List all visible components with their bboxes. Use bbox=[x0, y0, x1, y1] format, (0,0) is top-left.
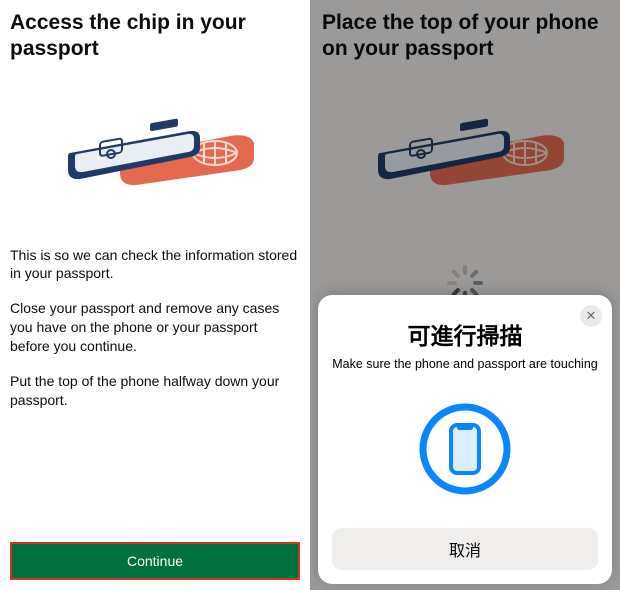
instruction-paragraph: Put the top of the phone halfway down yo… bbox=[10, 372, 300, 410]
continue-button[interactable]: Continue bbox=[10, 542, 300, 580]
close-icon: ✕ bbox=[586, 308, 597, 324]
continue-button-label: Continue bbox=[127, 553, 183, 569]
nfc-phone-icon bbox=[332, 401, 598, 497]
page-title: Access the chip in your passport bbox=[10, 10, 300, 63]
cancel-button-label: 取消 bbox=[449, 543, 481, 560]
page-title: Place the top of your phone on your pass… bbox=[322, 10, 608, 63]
screen-access-chip: Access the chip in your passport bbox=[0, 0, 310, 590]
nfc-scan-sheet: ✕ 可進行掃描 Make sure the phone and passport… bbox=[318, 295, 612, 584]
instruction-paragraph: Close your passport and remove any cases… bbox=[10, 299, 300, 356]
screen-scan-passport: Place the top of your phone on your pass… bbox=[310, 0, 620, 590]
instructions: This is so we can check the information … bbox=[10, 246, 300, 410]
cancel-button[interactable]: 取消 bbox=[332, 528, 598, 570]
passport-phone-illustration-icon bbox=[50, 113, 260, 191]
instruction-paragraph: This is so we can check the information … bbox=[10, 246, 300, 284]
sheet-subtitle: Make sure the phone and passport are tou… bbox=[332, 357, 598, 371]
passport-illustration bbox=[322, 113, 608, 191]
passport-phone-illustration-icon bbox=[360, 113, 570, 191]
dimmed-background: Place the top of your phone on your pass… bbox=[310, 0, 620, 191]
passport-illustration bbox=[10, 113, 300, 191]
sheet-title: 可進行掃描 bbox=[332, 317, 598, 351]
close-button[interactable]: ✕ bbox=[580, 305, 602, 327]
